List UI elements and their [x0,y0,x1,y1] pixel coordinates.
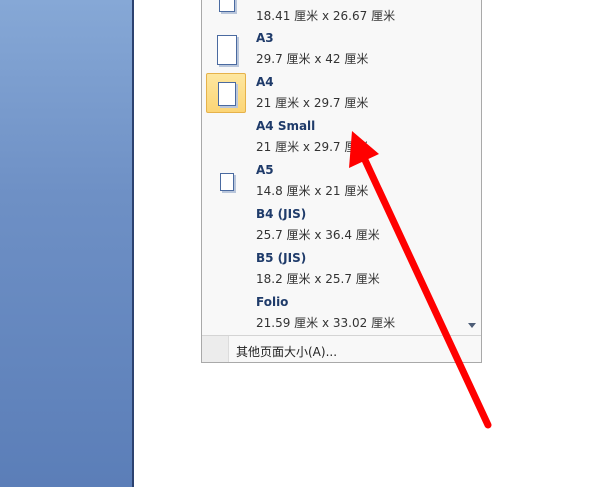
annotation-arrow [349,131,492,429]
arrow-shaft [361,156,492,429]
